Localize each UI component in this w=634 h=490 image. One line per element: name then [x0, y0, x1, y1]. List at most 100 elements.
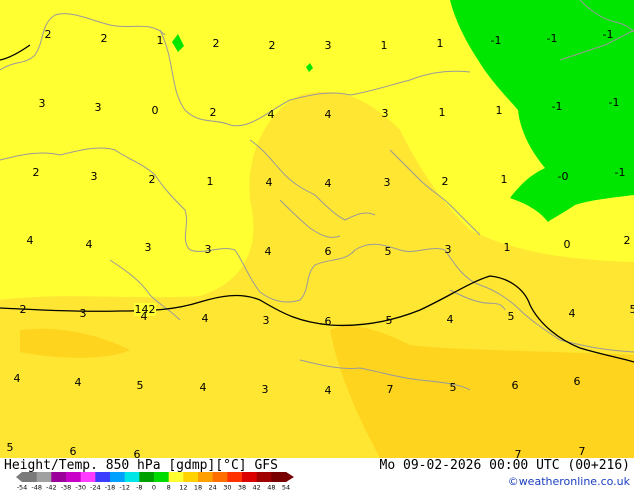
- temperature-value: 5: [137, 379, 144, 392]
- weather-map: 1 4 2 2 2 1 2 2 3 1 1 -1 -1 -1 3 3 0 2 4 4 3 1 1 -1 -1 2 3 2 1 4 4 3 2 1…: [0, 0, 634, 458]
- scale-swatch: [110, 472, 126, 482]
- scale-swatch: [51, 472, 67, 482]
- scale-tick-label: 24: [209, 484, 217, 490]
- temperature-value: 4: [86, 238, 93, 251]
- temperature-value: 6: [70, 445, 77, 458]
- temperature-value: 3: [384, 176, 391, 189]
- scale-tick-label: 12: [179, 484, 187, 490]
- temperature-value: 1: [381, 39, 388, 52]
- scale-swatch: [80, 472, 96, 482]
- credit-link[interactable]: ©weatheronline.co.uk: [508, 475, 630, 488]
- temperature-value: 2: [213, 37, 220, 50]
- temperature-value: 3: [445, 243, 452, 256]
- map-title: Height/Temp. 850 hPa [gdmp][°C] GFS: [4, 458, 278, 473]
- temperature-value: -1: [491, 34, 502, 47]
- temperature-value: 5: [450, 381, 457, 394]
- temperature-value: 6: [574, 375, 581, 388]
- temperature-value: 7: [515, 448, 522, 458]
- temperature-value: 4: [265, 245, 272, 258]
- scale-tick-label: -54: [17, 484, 28, 490]
- scale-swatch: [168, 472, 184, 482]
- scale-arrow-left: [16, 472, 22, 482]
- temperature-value: 3: [39, 97, 46, 110]
- temperature-value: 7: [579, 445, 586, 458]
- scale-tick-label: 18: [194, 484, 202, 490]
- color-scale-ticks: -54 -48 -42 -38 -30 -24 -18 -12 -8 0 8 12 18 24 30 38 42…: [17, 484, 290, 490]
- scale-swatch: [36, 472, 52, 482]
- temperature-value: 5: [385, 245, 392, 258]
- scale-swatch: [139, 472, 155, 482]
- scale-tick-label: -18: [105, 484, 116, 490]
- temperature-value: 4: [200, 381, 207, 394]
- scale-tick-label: -38: [61, 484, 72, 490]
- scale-tick-label: 30: [223, 484, 231, 490]
- temperature-value: -1: [547, 32, 558, 45]
- color-scale: -54 -48 -42 -38 -30 -24 -18 -12 -8 0 8 12 18 24 30 38 42…: [16, 472, 294, 490]
- scale-swatch: [271, 472, 287, 482]
- scale-tick-label: 38: [238, 484, 246, 490]
- temperature-value: 6: [134, 448, 141, 458]
- temperature-value: 5: [508, 310, 515, 323]
- temperature-value: 1: [504, 241, 511, 254]
- scale-swatch: [22, 472, 38, 482]
- scale-tick-label: 0: [152, 484, 156, 490]
- scale-swatch: [154, 472, 170, 482]
- scale-tick-label: 48: [267, 484, 275, 490]
- scale-tick-label: -48: [31, 484, 42, 490]
- temperature-value: 7: [387, 383, 394, 396]
- temperature-value: 3: [205, 243, 212, 256]
- temperature-value: 4: [268, 108, 275, 121]
- temperature-value: 3: [325, 39, 332, 52]
- color-scale-swatches: [16, 472, 294, 482]
- scale-swatch: [183, 472, 199, 482]
- scale-swatch: [198, 472, 214, 482]
- temperature-value: -1: [603, 28, 614, 41]
- scale-tick-label: 54: [282, 484, 290, 490]
- temperature-value: 5: [7, 441, 14, 454]
- temperature-value: 2: [210, 106, 217, 119]
- scale-arrow-right: [286, 472, 294, 482]
- scale-tick-label: -30: [75, 484, 86, 490]
- temperature-value: 4: [569, 307, 576, 320]
- scale-tick-label: -12: [119, 484, 130, 490]
- temperature-value: 2: [33, 166, 40, 179]
- scale-swatch: [242, 472, 258, 482]
- temperature-value: 3: [145, 241, 152, 254]
- temperature-value: 3: [263, 314, 270, 327]
- temperature-value: 3: [95, 101, 102, 114]
- scale-swatch: [227, 472, 243, 482]
- temperature-value: -0: [558, 170, 569, 183]
- temperature-value: 4: [325, 384, 332, 397]
- temperature-value: 1: [496, 104, 503, 117]
- scale-tick-label: 42: [253, 484, 261, 490]
- scale-swatch: [256, 472, 272, 482]
- temperature-value: 4: [202, 312, 209, 325]
- temperature-value: 4: [325, 177, 332, 190]
- temperature-value: 1: [501, 173, 508, 186]
- temperature-value: 4: [447, 313, 454, 326]
- temperature-value: 6: [325, 315, 332, 328]
- temperature-value: 1: [207, 175, 214, 188]
- temperature-value: 2: [45, 28, 52, 41]
- temperature-value: 4: [325, 108, 332, 121]
- temperature-value: 3: [382, 107, 389, 120]
- footer: Height/Temp. 850 hPa [gdmp][°C] GFS Mo 0…: [0, 458, 634, 490]
- temperature-value: 1: [157, 34, 164, 47]
- temperature-value: 2: [624, 234, 631, 247]
- temperature-value: 2: [101, 32, 108, 45]
- scale-swatch: [124, 472, 140, 482]
- temperature-value: 4: [75, 376, 82, 389]
- temperature-value: 6: [512, 379, 519, 392]
- temperature-value: 2: [442, 175, 449, 188]
- temperature-value: 3: [80, 307, 87, 320]
- temperature-value: 4: [266, 176, 273, 189]
- temperature-value: -1: [552, 100, 563, 113]
- temperature-value: 0: [564, 238, 571, 251]
- temperature-value: 3: [91, 170, 98, 183]
- temperature-value: -1: [615, 166, 626, 179]
- temperature-value: 6: [325, 245, 332, 258]
- scale-tick-label: -42: [46, 484, 57, 490]
- scale-tick-label: 8: [167, 484, 171, 490]
- temperature-value: 2: [269, 39, 276, 52]
- temperature-value: 0: [152, 104, 159, 117]
